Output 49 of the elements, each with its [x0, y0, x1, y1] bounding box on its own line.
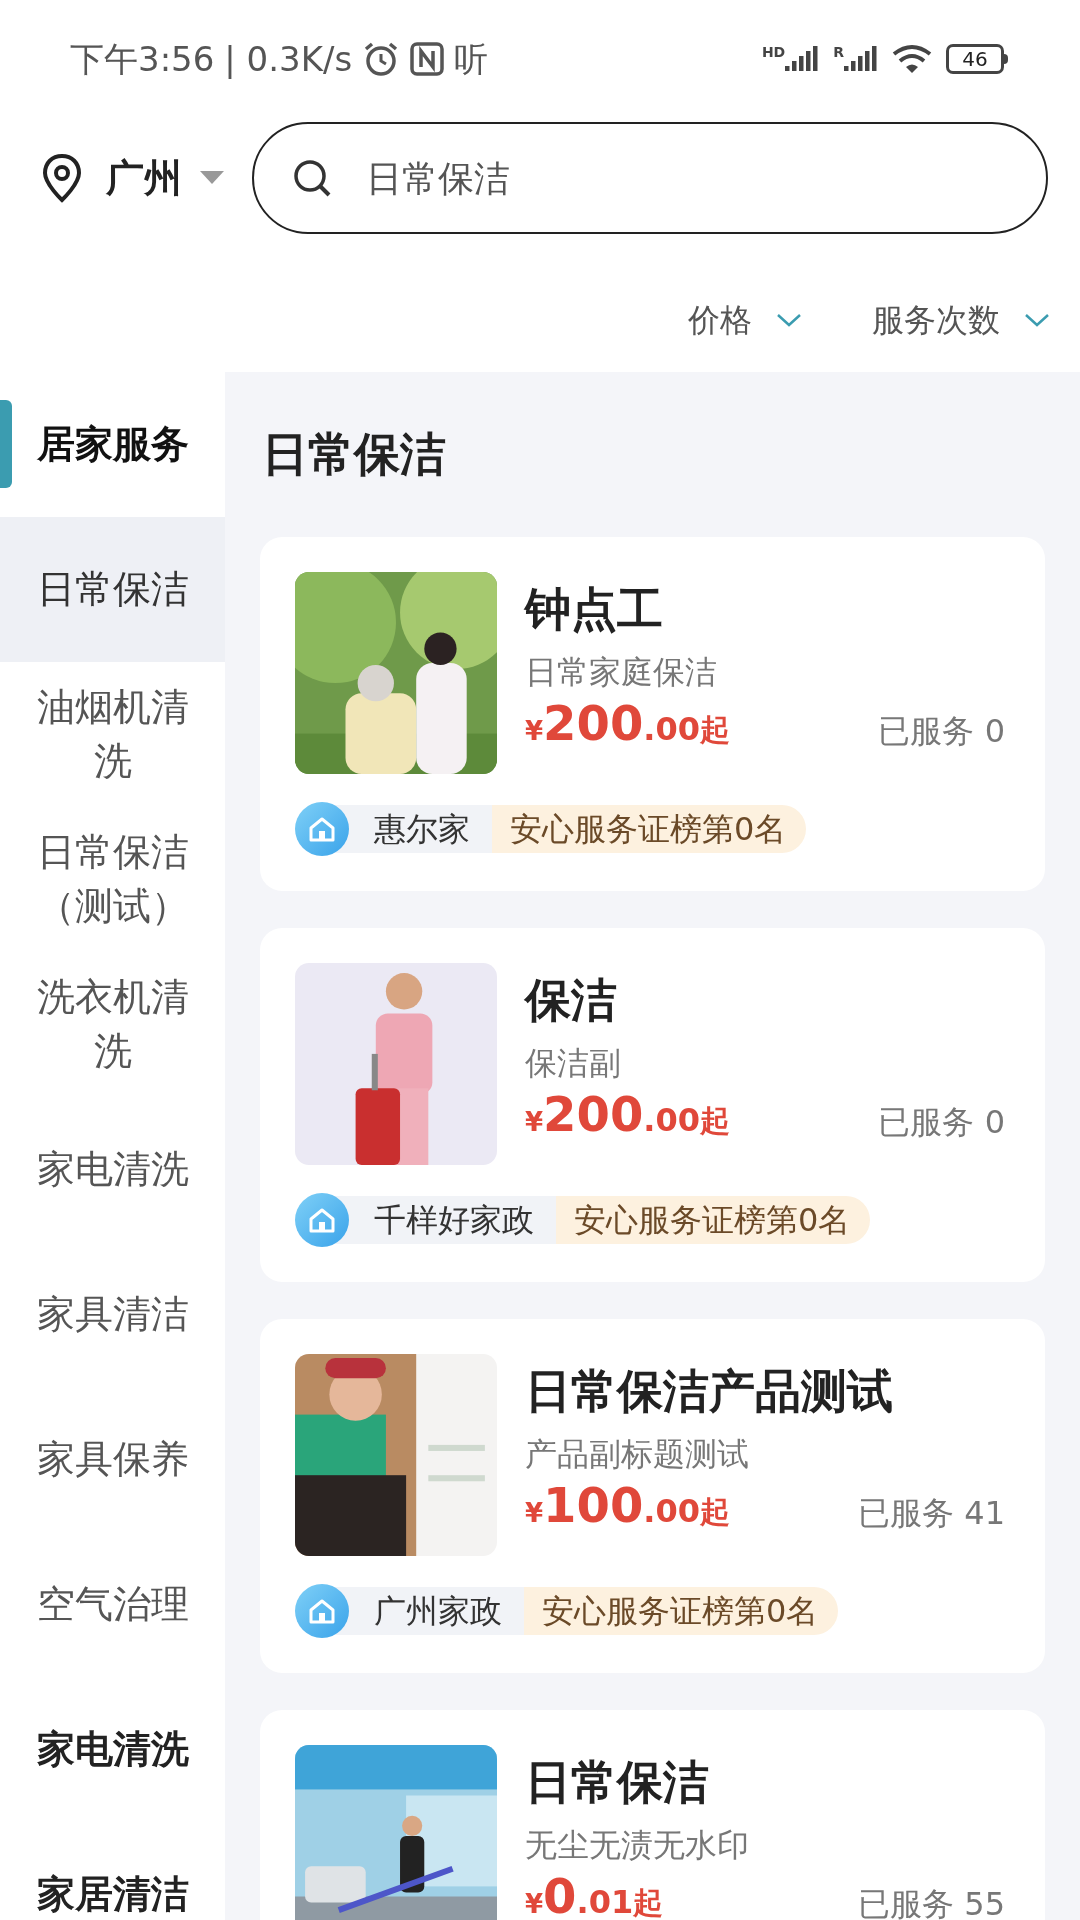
signal-icon [844, 45, 878, 73]
battery-percent: 46 [946, 44, 1004, 74]
service-subtitle: 产品副标题测试 [525, 1433, 750, 1475]
house-icon [295, 1193, 349, 1247]
service-title: 钟点工 [525, 581, 664, 638]
sort-filter[interactable]: 服务次数 [872, 296, 1050, 344]
search-field[interactable]: 日常保洁 [252, 122, 1048, 234]
city-selector[interactable]: 广州 [106, 149, 224, 207]
served-count: 已服务 55 [858, 1888, 1005, 1920]
service-card[interactable]: 日常保洁 无尘无渍无水印 ¥0.01起 已服务 55 [260, 1710, 1045, 1920]
house-icon [295, 1584, 349, 1638]
signal-icon [785, 45, 820, 73]
served-count: 已服务 0 [878, 1106, 1005, 1139]
status-glyph: 听 [454, 37, 489, 81]
caret-down-icon [200, 171, 224, 185]
service-title: 保洁 [525, 972, 618, 1029]
section-title: 日常保洁 [261, 426, 447, 483]
service-card[interactable]: 钟点工 日常家庭保洁 ¥200.00起 已服务 0 惠尔家 安心服务证榜第0名 [260, 537, 1045, 891]
location-pin-icon [42, 153, 82, 203]
service-subtitle: 无尘无渍无水印 [525, 1824, 750, 1866]
nfc-icon [410, 42, 445, 76]
service-subtitle: 保洁副 [525, 1042, 622, 1084]
served-count: 已服务 0 [878, 715, 1005, 748]
service-title: 日常保洁 [525, 1754, 710, 1811]
service-price: ¥200.00起 [525, 699, 730, 748]
network-label: R [833, 45, 844, 59]
house-icon [295, 802, 349, 856]
network-speed: | 0.3K/s [224, 37, 353, 81]
rank-badge: 安心服务证榜第0名 [556, 1196, 871, 1244]
service-price: ¥100.00起 [525, 1481, 730, 1530]
service-title: 日常保洁产品测试 [525, 1363, 894, 1420]
service-subtitle: 日常家庭保洁 [525, 651, 718, 693]
subcategory-item[interactable]: 日常保洁 [0, 517, 225, 662]
wifi-icon [892, 44, 932, 74]
category-item[interactable]: 家居清洁 [0, 1822, 225, 1920]
served-count: 已服务 41 [858, 1497, 1005, 1530]
rank-badge: 安心服务证榜第0名 [492, 805, 807, 853]
network-label: HD [761, 45, 786, 59]
service-price: ¥0.01起 [525, 1872, 664, 1920]
category-item[interactable]: 家电清洗 [0, 1677, 225, 1822]
rank-badge: 安心服务证榜第0名 [524, 1587, 839, 1635]
service-card[interactable]: 保洁 保洁副 ¥200.00起 已服务 0 千样好家政 安心服务证榜第0名 [260, 928, 1045, 1282]
chevron-down-icon [1024, 312, 1050, 328]
chevron-down-icon [776, 312, 802, 328]
search-icon [292, 158, 332, 198]
service-price: ¥200.00起 [525, 1090, 730, 1139]
sort-filter[interactable]: 价格 [688, 296, 802, 344]
status-time: 下午3:56 [70, 37, 215, 81]
service-card[interactable]: 日常保洁产品测试 产品副标题测试 ¥100.00起 已服务 41 广州家政 安心服务证榜第0名 [260, 1319, 1045, 1673]
